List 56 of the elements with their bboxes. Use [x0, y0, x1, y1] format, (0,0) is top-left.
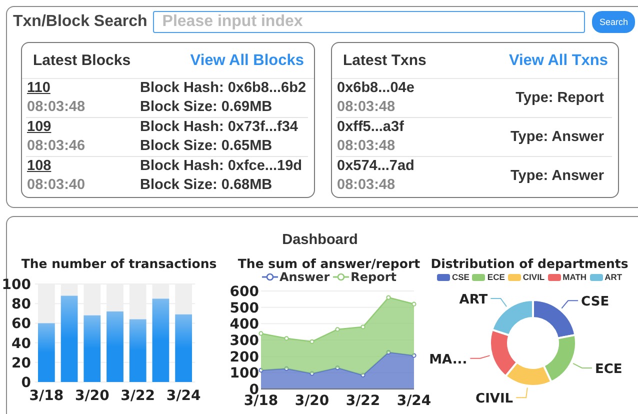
- block-time: 08:03:40: [27, 176, 86, 195]
- axis-tick-label: 20: [12, 355, 31, 372]
- card-title: Latest Txns: [343, 52, 426, 69]
- slice-label: CIVIL: [476, 392, 514, 407]
- axis-tick-label: 100: [3, 277, 31, 293]
- legend-label: Answer: [280, 270, 330, 284]
- txn-hash: 0x6b8...04e: [337, 79, 414, 98]
- axis-tick-label: 3/24: [396, 393, 432, 409]
- chart-title: The number of transactions: [21, 256, 217, 271]
- block-hash: Block Hash: 0x6b8...6b2: [140, 79, 308, 98]
- axis-tick-label: 400: [230, 316, 259, 333]
- axis-tick-label: 300: [230, 333, 259, 349]
- axis-tick-label: 3/20: [74, 388, 110, 404]
- axis-tick-label: 3/22: [346, 393, 380, 409]
- axis-tick-label: 3/22: [120, 388, 156, 404]
- axis-tick-label: 200: [230, 349, 259, 366]
- txn-type: Type: Answer: [510, 168, 604, 184]
- card-title: Latest Blocks: [33, 52, 131, 69]
- axis-tick-label: 500: [230, 300, 259, 316]
- legend-label: CSE: [452, 272, 470, 282]
- axis-tick-label: 3/18: [29, 388, 64, 404]
- slice-label: CSE: [581, 294, 610, 310]
- block-size: Block Size: 0.65MB: [140, 137, 274, 156]
- txn-hash: 0xff5...a3f: [337, 118, 404, 137]
- legend-label: MATH: [562, 272, 587, 282]
- txn-time: 08:03:48: [337, 98, 396, 117]
- axis-tick-label: 60: [12, 316, 31, 332]
- axis-tick-label: 40: [12, 336, 31, 352]
- block-time: 08:03:46: [27, 137, 86, 156]
- block-size: Block Size: 0.69MB: [140, 98, 274, 117]
- txn-hash: 0x574...7ad: [337, 157, 414, 176]
- axis-tick-label: 0: [21, 375, 31, 391]
- block-hash: Block Hash: 0x73f...f34: [140, 118, 299, 137]
- block-time: 08:03:48: [27, 98, 86, 117]
- slice-label: MA...: [429, 352, 468, 368]
- txn-type: Type: Report: [516, 90, 604, 106]
- legend-label: Report: [350, 270, 396, 284]
- txn-type: Type: Answer: [510, 129, 604, 145]
- axis-tick-label: 600: [230, 284, 259, 300]
- axis-tick-label: 3/24: [166, 388, 201, 404]
- legend-label: ART: [604, 272, 622, 282]
- chart-title: Distribution of departments: [430, 256, 628, 271]
- search-label: Txn/Block Search: [13, 13, 148, 31]
- txn-time: 08:03:48: [337, 176, 396, 195]
- legend-label: ECE: [487, 272, 505, 282]
- block-hash: Block Hash: 0xfce...19d: [140, 157, 303, 176]
- block-size: Block Size: 0.68MB: [140, 176, 274, 195]
- txn-time: 08:03:48: [337, 137, 396, 156]
- dashboard-title: Dashboard: [282, 232, 358, 248]
- legend-label: CIVIL: [522, 272, 545, 282]
- axis-tick-label: 80: [12, 296, 31, 313]
- slice-label: ART: [459, 292, 488, 308]
- axis-tick-label: 3/20: [294, 393, 330, 409]
- chart-title: The sum of answer/report: [238, 256, 420, 271]
- axis-tick-label: 100: [230, 366, 259, 382]
- slice-label: ECE: [595, 362, 622, 377]
